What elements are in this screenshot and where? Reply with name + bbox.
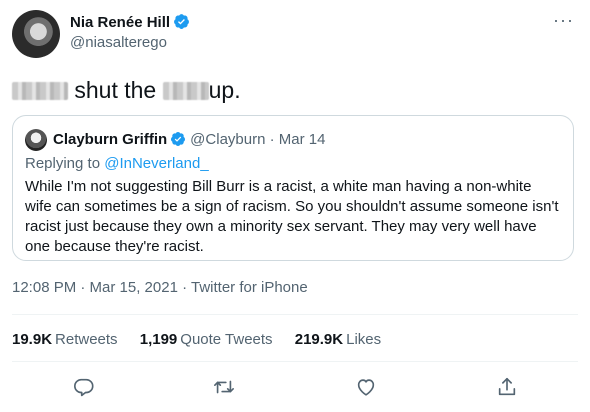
heart-icon[interactable]	[355, 376, 377, 398]
divider	[12, 314, 578, 315]
quoted-tweet-text: While I'm not suggesting Bill Burr is a …	[25, 178, 559, 255]
quoted-reply-context: Replying to @InNeverland_	[25, 155, 209, 172]
tweet-timestamp[interactable]: 12:08 PM · Mar 15, 2021 · Twitter for iP…	[12, 279, 308, 296]
reply-icon[interactable]	[73, 376, 95, 398]
quote-tweets-count: 1,199	[139, 331, 178, 348]
censored-word	[12, 82, 68, 100]
quote-tweets-label: Quote Tweets	[180, 331, 273, 348]
reply-prefix: Replying to	[25, 155, 101, 172]
author-name-row[interactable]: Nia Renée Hill	[70, 13, 190, 31]
likes-count: 219.9K	[294, 331, 344, 348]
quote-tweets-stat[interactable]: 1,199 Quote Tweets	[140, 331, 273, 348]
author-handle[interactable]: @niasalterego	[70, 34, 167, 51]
share-icon[interactable]	[496, 376, 518, 398]
quoted-tweet[interactable]: Clayburn Griffin @Clayburn · Mar 14 Reply…	[12, 115, 574, 261]
retweets-count: 19.9K	[12, 331, 53, 348]
author-name[interactable]: Nia Renée Hill	[70, 14, 170, 31]
likes-label: Likes	[346, 331, 382, 348]
verified-badge-icon	[173, 13, 190, 30]
censored-word	[162, 82, 209, 100]
retweets-stat[interactable]: 19.9K Retweets	[12, 331, 118, 348]
quoted-author-avatar	[25, 129, 47, 151]
divider	[12, 361, 578, 362]
quoted-tweet-header: Clayburn Griffin @Clayburn · Mar 14	[53, 131, 325, 148]
quoted-author-name: Clayburn Griffin	[53, 131, 168, 148]
likes-stat[interactable]: 219.9K Likes	[295, 331, 381, 348]
tweet-text-part2: up.	[208, 77, 241, 103]
tweet: Nia Renée Hill @niasalterego ··· shut th…	[0, 0, 590, 412]
tweet-text-part1: shut the	[74, 77, 157, 103]
retweet-icon[interactable]	[213, 376, 235, 398]
more-options-icon[interactable]: ···	[553, 10, 574, 31]
quoted-tweet-meta: @Clayburn · Mar 14	[190, 131, 326, 148]
tweet-stats: 19.9K Retweets 1,199 Quote Tweets 219.9K Li…	[12, 331, 399, 348]
tweet-text: shut the up.	[12, 77, 241, 104]
reply-to-link[interactable]: @InNeverland_	[104, 155, 208, 172]
verified-badge-icon	[170, 131, 186, 147]
author-avatar[interactable]	[12, 10, 60, 58]
retweets-label: Retweets	[55, 331, 118, 348]
